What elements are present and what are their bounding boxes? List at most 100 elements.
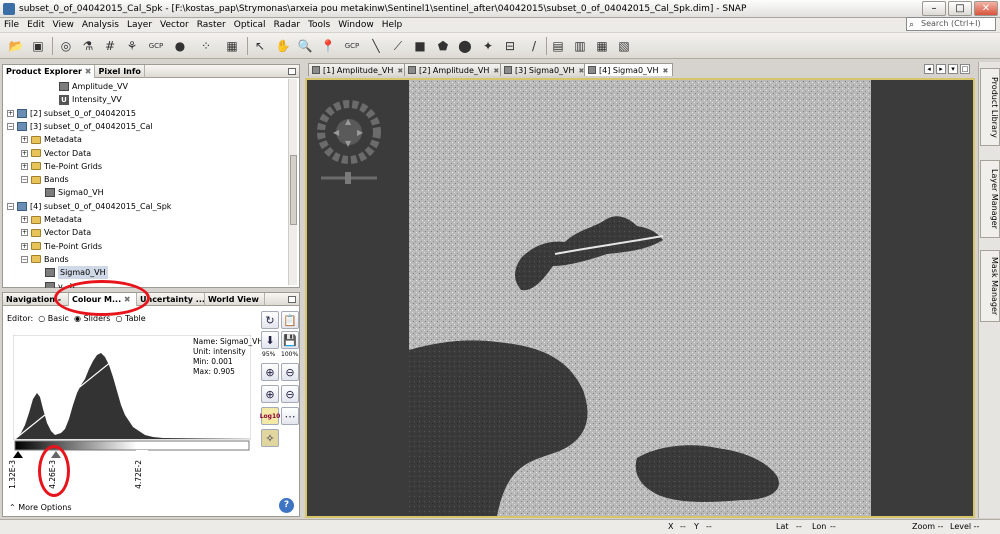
tree-item[interactable]: + [2] subset_0_of_04042015 [7,107,136,120]
close-icon[interactable]: ✖ [85,67,92,76]
tab-list-icon[interactable]: ▾ [948,64,958,74]
zoom-in-h-icon[interactable]: ⊕ [261,385,279,403]
expand-icon[interactable]: + [21,162,28,170]
minimize-panel-icon[interactable] [288,67,296,75]
slider-handle-min[interactable] [13,451,23,458]
zoom-out-v-icon[interactable]: ⊖ [281,363,299,381]
tile-vertically-icon[interactable]: ▧ [614,36,634,56]
tree-item[interactable]: − Bands [21,253,69,266]
tree-item[interactable]: + Metadata [21,213,82,226]
maximize-view-icon[interactable]: □ [960,64,970,74]
expand-icon[interactable]: + [21,136,28,144]
magic-wand-icon[interactable]: ✦ [478,36,498,56]
minimize-button[interactable]: – [922,1,946,16]
tree-item[interactable]: + Vector Data [21,147,91,160]
tab-mask-manager[interactable]: Mask Manager [980,250,1000,322]
radio-table[interactable]: ○ Table [115,314,145,323]
range-finder-icon[interactable]: ⊟ [500,36,520,56]
collapse-icon[interactable]: − [7,202,14,210]
collapse-icon[interactable]: − [21,255,28,263]
multi-apply-icon[interactable]: ⬇ [261,331,279,349]
expand-icon[interactable]: + [21,149,28,157]
compass-icon[interactable]: ✧ [261,429,279,447]
tab-image-1[interactable]: [1] Amplitude_VH ✖ [308,63,409,76]
expand-icon[interactable]: + [21,242,28,250]
tile-single-icon[interactable]: ▦ [592,36,612,56]
polygon-tool-icon[interactable]: ⬟ [433,36,453,56]
zoom-out-h-icon[interactable]: ⊖ [281,385,299,403]
menu-radar[interactable]: Radar [270,20,305,30]
collapse-icon[interactable]: − [21,176,28,184]
save-product-icon[interactable]: ▣ [28,36,48,56]
tree-item[interactable]: − Bands [21,173,69,186]
tab-pixel-info[interactable]: Pixel Info [95,64,145,78]
filter-band-icon[interactable]: ◎ [56,36,76,56]
menu-analysis[interactable]: Analysis [78,20,123,30]
radio-basic[interactable]: ○ Basic [38,314,69,323]
tab-product-explorer[interactable]: Product Explorer ✖ [3,64,96,78]
expand-icon[interactable]: + [21,216,28,223]
export-icon[interactable]: 💾 [281,331,299,349]
histogram-stretch-icon[interactable]: ⋯ [281,407,299,425]
polyline-tool-icon[interactable]: ⟋ [388,36,408,56]
menu-layer[interactable]: Layer [123,20,156,30]
tab-prev-icon[interactable]: ◂ [924,64,934,74]
tree-scrollbar[interactable] [288,79,297,285]
line-tool-icon[interactable]: ╲ [366,36,386,56]
maximize-button[interactable]: □ [948,1,972,16]
tree-item[interactable]: − [3] subset_0_of_04042015_Cal [7,120,153,133]
tree-item[interactable]: Sigma0_VH [35,186,104,199]
reset-icon[interactable]: ↻ [261,311,279,329]
tab-image-3[interactable]: [3] Sigma0_VH ✖ [500,63,590,76]
menu-view[interactable]: View [49,20,78,30]
menu-help[interactable]: Help [378,20,407,30]
tree-item[interactable]: U Intensity_VV [49,93,122,106]
sar-image-canvas[interactable]: ▲ ▼ ◀ ▶ [305,78,975,518]
open-product-icon[interactable]: 📂 [6,36,26,56]
menu-file[interactable]: File [0,20,23,30]
help-icon[interactable]: ? [279,498,294,513]
tab-next-icon[interactable]: ▸ [936,64,946,74]
minimize-panel-icon[interactable] [288,295,296,303]
tree-item[interactable]: − [4] subset_0_of_04042015_Cal_Spk [7,200,171,213]
menu-edit[interactable]: Edit [23,20,48,30]
tab-world-view[interactable]: World View [205,292,265,306]
tile-horizontally-icon[interactable]: ▥ [570,36,590,56]
gcp-manager-icon[interactable]: GCP [146,36,166,56]
draw-tool-icon[interactable]: / [524,36,544,56]
tree-item[interactable]: Sigma0_VH [35,266,108,280]
menu-vector[interactable]: Vector [156,20,193,30]
close-button[interactable]: ✕ [974,1,998,16]
more-options-link[interactable]: ⌃ More Options [9,503,72,512]
tree-item[interactable]: Amplitude_VV [49,80,128,93]
expand-icon[interactable]: + [21,229,28,237]
pin-manager-icon[interactable]: ⚘ [122,36,142,56]
collapse-icon[interactable]: − [7,122,14,130]
gcp-tool-icon[interactable]: GCP [342,36,362,56]
graticule-icon[interactable]: # [100,36,120,56]
world-map-icon[interactable]: ● [170,36,190,56]
slider-handle-max[interactable] [136,450,148,459]
band-maths-icon[interactable]: ⚗ [78,36,98,56]
search-input[interactable]: Search (Ctrl+I) ⌕ [906,17,996,31]
pan-tool-icon[interactable]: ✋ [273,36,293,56]
rectangle-tool-icon[interactable]: ■ [410,36,430,56]
ellipse-tool-icon[interactable]: ⬤ [455,36,475,56]
import-icon[interactable]: 📋 [281,311,299,329]
tree-item[interactable]: + Tie-Point Grids [21,160,102,173]
pin-tool-icon[interactable]: 📍 [318,36,338,56]
expand-icon[interactable]: + [7,109,14,117]
tile-evenly-icon[interactable]: ▤ [548,36,568,56]
menu-tools[interactable]: Tools [304,20,334,30]
menu-optical[interactable]: Optical [230,20,270,30]
zoom-tool-icon[interactable]: 🔍 [295,36,315,56]
zoom-in-v-icon[interactable]: ⊕ [261,363,279,381]
tab-image-4[interactable]: [4] Sigma0_VH ✖ [584,63,674,76]
menu-raster[interactable]: Raster [193,20,230,30]
tree-item[interactable]: + Tie-Point Grids [21,240,102,253]
scatter-plot-icon[interactable]: ⁘ [196,36,216,56]
tree-item[interactable]: + Vector Data [21,226,91,239]
tab-product-library[interactable]: Product Library [980,68,1000,146]
tree-item[interactable]: + Metadata [21,133,82,146]
menu-window[interactable]: Window [334,20,378,30]
